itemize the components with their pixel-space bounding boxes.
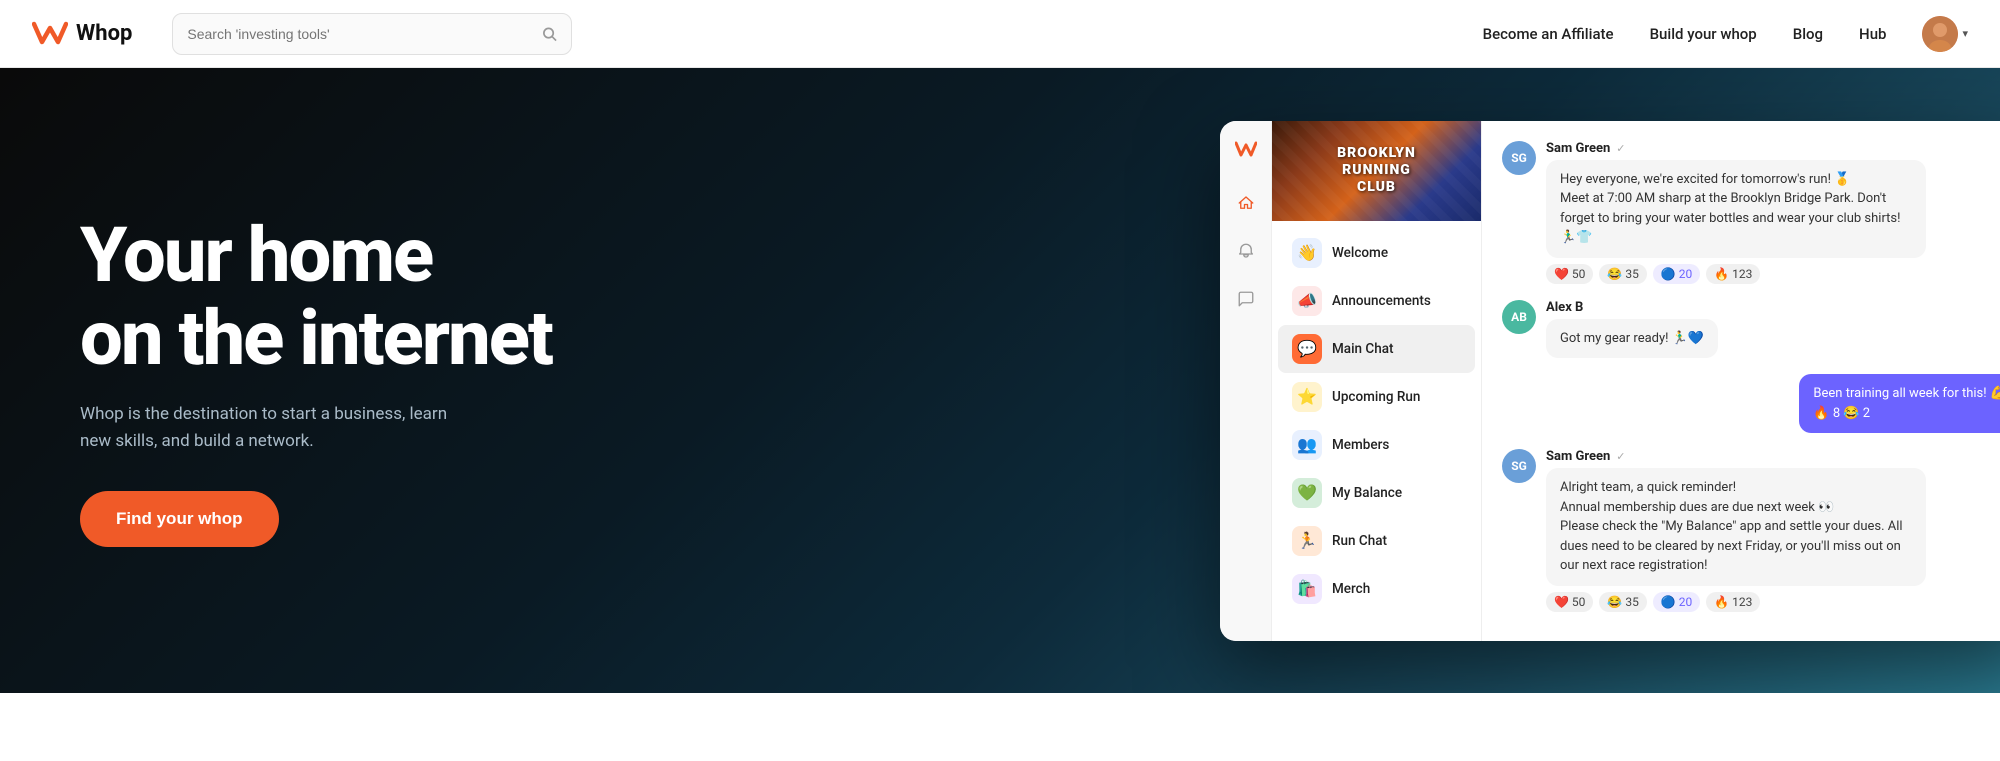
message-bubble: Got my gear ready! 🏃‍♂️💙: [1546, 319, 1718, 359]
search-bar[interactable]: [172, 13, 572, 55]
message-avatar: AB: [1502, 300, 1536, 334]
reaction-badge[interactable]: ❤️ 50: [1546, 592, 1593, 612]
channel-items: 👋 Welcome 📣 Announcements 💬 Main Chat ⭐ …: [1272, 221, 1481, 641]
message-header: Sam Green ✓: [1546, 141, 2000, 156]
message-reactions: ❤️ 50 😂 35 🔵 20 🔥 123: [1546, 264, 2000, 284]
message-content: Sam Green ✓ Alright team, a quick remind…: [1546, 449, 2000, 612]
nav-build-whop[interactable]: Build your whop: [1650, 25, 1757, 43]
reaction-badge[interactable]: 🔵 20: [1653, 592, 1700, 612]
message-sender: Sam Green: [1546, 141, 1610, 156]
reaction-badge[interactable]: 🔥 123: [1706, 592, 1760, 612]
hero-title: Your home on the internet: [80, 214, 660, 381]
reaction-badge[interactable]: ❤️ 50: [1546, 264, 1593, 284]
chat-icon[interactable]: [1232, 285, 1260, 313]
channel-icon: ⭐: [1292, 382, 1322, 412]
channel-icon: 👋: [1292, 238, 1322, 268]
channel-label: Members: [1332, 437, 1389, 453]
sidebar-icons: [1220, 121, 1272, 641]
hero-subtitle: Whop is the destination to start a busin…: [80, 401, 480, 455]
reaction-badge[interactable]: 😂 35: [1599, 592, 1646, 612]
message-content: Alex B Got my gear ready! 🏃‍♂️💙: [1546, 300, 2000, 359]
nav-hub[interactable]: Hub: [1859, 25, 1886, 43]
chat-area: SG Sam Green ✓ Hey everyone, we're excit…: [1482, 121, 2000, 641]
message-avatar: SG: [1502, 449, 1536, 483]
message-avatar: SG: [1502, 141, 1536, 175]
search-icon: [542, 26, 557, 42]
reaction-badge[interactable]: 😂 35: [1599, 264, 1646, 284]
channel-item-members[interactable]: 👥 Members: [1278, 421, 1475, 469]
message-row-1: AB Alex B Got my gear ready! 🏃‍♂️💙: [1502, 300, 2000, 359]
channel-icon: 👥: [1292, 430, 1322, 460]
message-bubble: Hey everyone, we're excited for tomorrow…: [1546, 160, 1926, 258]
message-bubble-own: Been training all week for this! 💪 🔥 8 😂…: [1799, 374, 2000, 433]
channel-icon: 📣: [1292, 286, 1322, 316]
message-row-0: SG Sam Green ✓ Hey everyone, we're excit…: [1502, 141, 2000, 284]
message-header: Alex B: [1546, 300, 2000, 315]
message-row-3: SG Sam Green ✓ Alright team, a quick rem…: [1502, 449, 2000, 612]
navbar: Whop Become an Affiliate Build your whop…: [0, 0, 2000, 68]
channel-item-announcements[interactable]: 📣 Announcements: [1278, 277, 1475, 325]
channel-icon: 🏃: [1292, 526, 1322, 556]
channel-item-upcoming-run[interactable]: ⭐ Upcoming Run: [1278, 373, 1475, 421]
hero-section: Your home on the internet Whop is the de…: [0, 68, 2000, 693]
channel-label: Upcoming Run: [1332, 389, 1420, 405]
logo-link[interactable]: Whop: [32, 20, 132, 48]
channel-icon: 💚: [1292, 478, 1322, 508]
channel-label: My Balance: [1332, 485, 1402, 501]
message-bubble: Alright team, a quick reminder! Annual m…: [1546, 468, 1926, 586]
channel-icon: 🛍️: [1292, 574, 1322, 604]
whop-logo-icon: [32, 20, 68, 48]
message-sender: Alex B: [1546, 300, 1583, 315]
channel-item-my-balance[interactable]: 💚 My Balance: [1278, 469, 1475, 517]
message-row-own: Been training all week for this! 💪 🔥 8 😂…: [1502, 374, 2000, 433]
avatar: [1922, 16, 1958, 52]
avatar-image: [1922, 16, 1958, 52]
channel-item-welcome[interactable]: 👋 Welcome: [1278, 229, 1475, 277]
channel-label: Welcome: [1332, 245, 1388, 261]
message-content: Sam Green ✓ Hey everyone, we're excited …: [1546, 141, 2000, 284]
message-reactions: ❤️ 50 😂 35 🔵 20 🔥 123: [1546, 592, 2000, 612]
hero-content: Your home on the internet Whop is the de…: [0, 214, 660, 548]
verified-icon: ✓: [1616, 142, 1625, 155]
home-icon[interactable]: [1232, 189, 1260, 217]
channel-item-main-chat[interactable]: 💬 Main Chat: [1278, 325, 1475, 373]
channel-label: Merch: [1332, 581, 1370, 597]
reaction-badge[interactable]: 🔵 20: [1653, 264, 1700, 284]
channel-label: Run Chat: [1332, 533, 1387, 549]
reaction-badge[interactable]: 🔥 123: [1706, 264, 1760, 284]
channel-label: Main Chat: [1332, 341, 1393, 357]
bell-icon[interactable]: [1232, 237, 1260, 265]
channel-item-run-chat[interactable]: 🏃 Run Chat: [1278, 517, 1475, 565]
user-avatar-button[interactable]: ▾: [1922, 16, 1968, 52]
nav-become-affiliate[interactable]: Become an Affiliate: [1483, 25, 1614, 43]
app-logo-icon: [1232, 135, 1260, 163]
banner-text: BROOKLYNRUNNINGCLUB: [1329, 137, 1424, 203]
nav-links: Become an Affiliate Build your whop Blog…: [1483, 16, 1968, 52]
channel-banner: BROOKLYNRUNNINGCLUB: [1272, 121, 1481, 221]
channel-list: BROOKLYNRUNNINGCLUB 👋 Welcome 📣 Announce…: [1272, 121, 1482, 641]
search-input[interactable]: [187, 26, 534, 42]
chevron-down-icon: ▾: [1962, 27, 1968, 40]
find-whop-button[interactable]: Find your whop: [80, 491, 279, 547]
channel-icon: 💬: [1292, 334, 1322, 364]
nav-blog[interactable]: Blog: [1793, 25, 1823, 43]
message-sender: Sam Green: [1546, 449, 1610, 464]
logo-text: Whop: [76, 21, 132, 46]
chat-messages: SG Sam Green ✓ Hey everyone, we're excit…: [1482, 121, 2000, 641]
verified-icon: ✓: [1616, 450, 1625, 463]
channel-label: Announcements: [1332, 293, 1431, 309]
app-window: BROOKLYNRUNNINGCLUB 👋 Welcome 📣 Announce…: [1220, 121, 2000, 641]
message-header: Sam Green ✓: [1546, 449, 2000, 464]
channel-item-merch[interactable]: 🛍️ Merch: [1278, 565, 1475, 613]
